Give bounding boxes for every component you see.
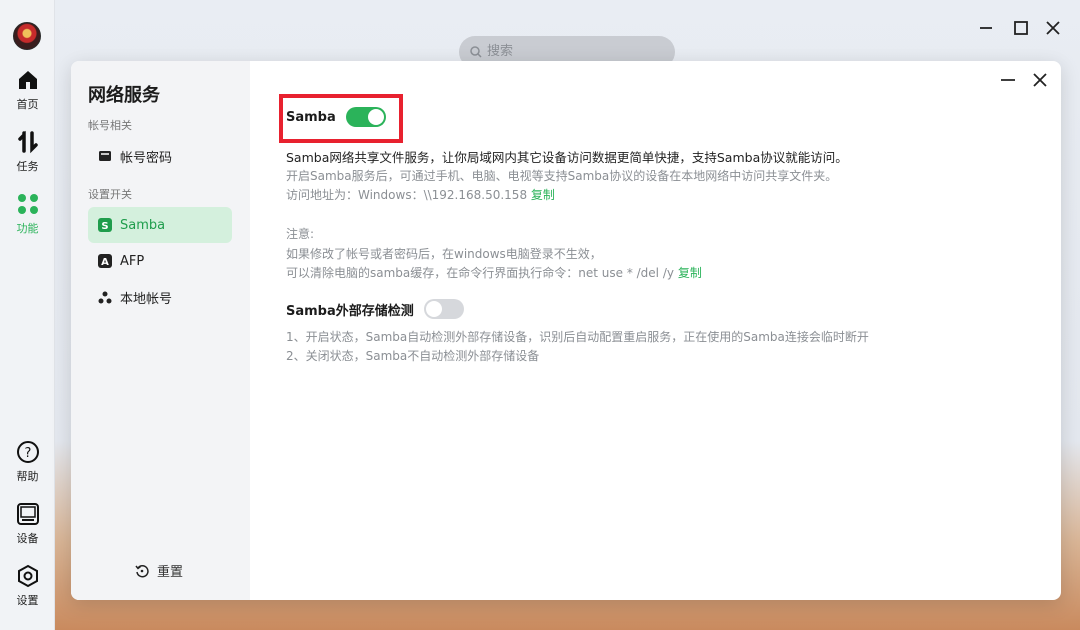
note-line-1: 如果修改了帐号或者密码后，在windows电脑登录不生效， [286,247,602,261]
close-icon[interactable] [1041,16,1065,40]
device-icon [16,503,39,525]
toggle-knob [367,109,384,125]
rail-label: 帮助 [16,470,39,483]
external-line-1: 1、开启状态，Samba自动检测外部存储设备，识别后自动配置重启服务，正在使用的… [286,330,869,344]
rail-item-settings[interactable]: 设置 [0,564,55,608]
section-label-account: 帐号相关 [88,119,132,132]
apps-icon [17,194,38,214]
network-services-dialog: 网络服务 帐号相关 帐号密码 设置开关 S Samba A AFP 本地帐号 重… [71,61,1061,600]
external-storage-toggle[interactable] [423,299,464,319]
rail-label: 功能 [16,222,39,235]
copy-address-link[interactable]: 复制 [531,188,555,202]
samba-label: Samba [286,109,336,125]
note-title: 注意: [286,227,315,241]
reset-label: 重置 [157,565,184,580]
samba-toggle[interactable] [345,107,386,127]
dialog-title: 网络服务 [88,85,160,106]
maximize-icon[interactable] [1009,16,1033,40]
users-icon [98,290,112,304]
svg-text:A: A [101,257,109,268]
rail-item-features[interactable]: 功能 [0,192,55,236]
dialog-close-icon[interactable] [1029,69,1051,91]
transfer-icon [17,130,38,154]
rail-item-home[interactable]: 首页 [0,68,55,112]
minimize-icon[interactable] [974,16,998,40]
dialog-sidebar: 网络服务 帐号相关 帐号密码 设置开关 S Samba A AFP 本地帐号 重… [71,61,250,600]
settings-icon [17,564,38,588]
rail-item-help[interactable]: ? 帮助 [0,440,55,484]
note-command-text: 可以清除电脑的samba缓存，在命令行界面执行命令：net use * /del… [286,266,674,280]
avatar[interactable] [13,22,41,50]
external-storage-label: Samba外部存储检测 [286,303,414,319]
menu-item-afp[interactable]: A AFP [88,243,232,279]
samba-toggle-row: Samba [286,107,386,127]
samba-icon: S [98,218,112,232]
rail-label: 设置 [16,594,39,607]
external-storage-row: Samba外部存储检测 [286,299,464,319]
menu-label: 帐号密码 [120,150,173,166]
samba-address: 访问地址为：Windows：\\192.168.50.158 复制 [286,186,555,203]
rail-label: 设备 [16,532,39,545]
copy-command-link[interactable]: 复制 [678,266,702,280]
menu-item-account-password[interactable]: 帐号密码 [88,138,232,174]
home-icon [18,71,37,89]
search-icon [470,46,482,58]
menu-item-samba[interactable]: S Samba [88,207,232,243]
reset-button[interactable]: 重置 [135,561,183,580]
help-icon: ? [16,441,39,463]
reset-icon [135,564,149,577]
dialog-minimize-icon[interactable] [997,69,1019,91]
rail-label: 任务 [16,160,39,173]
menu-label: Samba [120,217,166,233]
rail-item-tasks[interactable]: 任务 [0,130,55,174]
afp-icon: A [98,254,112,268]
toggle-knob [425,301,442,317]
samba-description: Samba网络共享文件服务，让你局域网内其它设备访问数据更简单快捷，支持Samb… [286,150,848,165]
samba-hint: 开启Samba服务后，可通过手机、电脑、电视等支持Samba协议的设备在本地网络… [286,169,838,183]
rail-label: 首页 [16,98,39,111]
menu-label: 本地帐号 [120,291,173,307]
svg-text:?: ? [24,446,31,461]
note-line-2: 可以清除电脑的samba缓存，在命令行界面执行命令：net use * /del… [286,264,702,281]
section-label-switches: 设置开关 [88,188,132,201]
external-line-2: 2、关闭状态，Samba不自动检测外部存储设备 [286,349,540,363]
app-rail: 首页 任务 功能 ? 帮助 设备 设置 [0,0,55,630]
menu-item-local-account[interactable]: 本地帐号 [88,279,232,315]
menu-label: AFP [120,253,145,269]
card-icon [98,149,112,163]
search-placeholder: 搜索 [487,44,514,59]
svg-text:S: S [101,221,108,232]
rail-item-device[interactable]: 设备 [0,502,55,546]
address-text: 访问地址为：Windows：\\192.168.50.158 [286,188,528,202]
